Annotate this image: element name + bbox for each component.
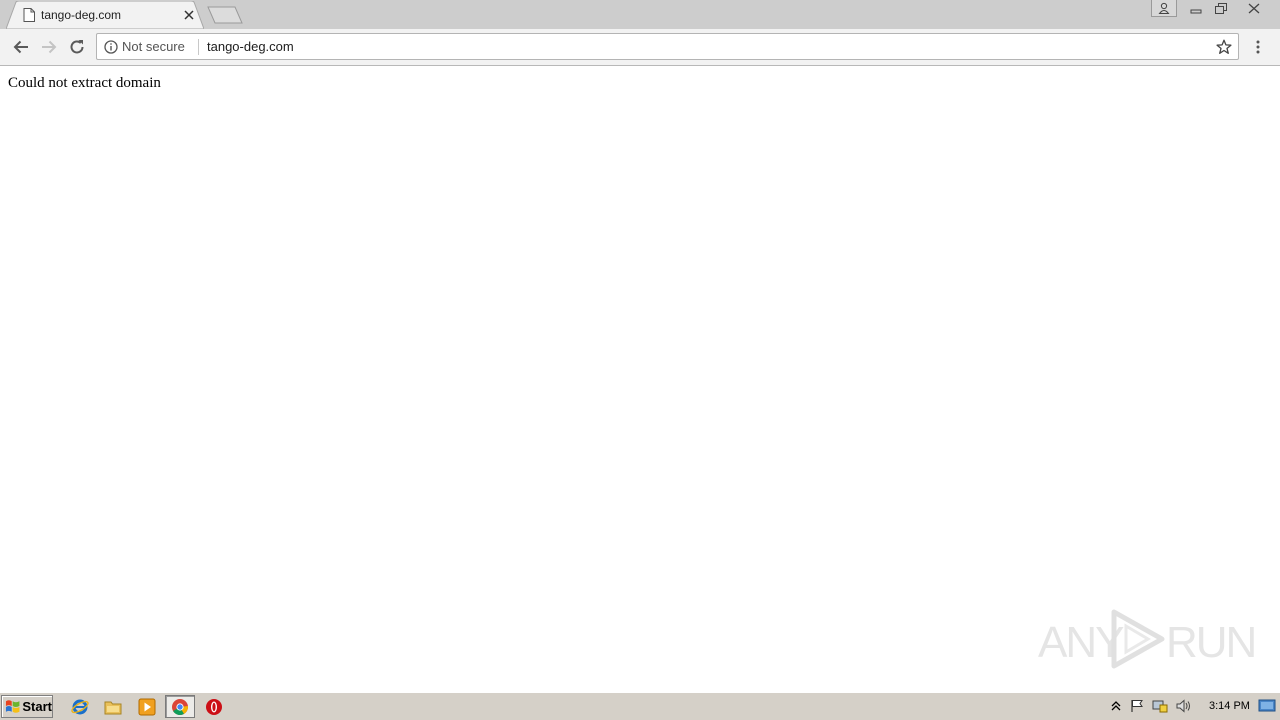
- page-icon: [23, 8, 35, 22]
- browser-tab-strip: tango-deg.com: [0, 0, 1280, 29]
- file-explorer-icon[interactable]: [103, 697, 123, 717]
- forward-button[interactable]: [38, 36, 60, 58]
- tab-title: tango-deg.com: [41, 8, 122, 22]
- volume-icon[interactable]: [1176, 698, 1192, 714]
- user-icon: [1158, 2, 1170, 14]
- opera-icon[interactable]: [204, 697, 224, 717]
- network-icon[interactable]: [1152, 698, 1168, 714]
- security-indicator[interactable]: Not secure: [122, 39, 185, 54]
- more-menu-icon[interactable]: [1250, 36, 1266, 58]
- internet-explorer-icon[interactable]: [70, 697, 90, 717]
- show-hidden-icons-icon[interactable]: [1108, 698, 1124, 714]
- address-bar[interactable]: Not secure tango-deg.com: [96, 33, 1239, 60]
- taskbar: Start 3:14 PM: [0, 692, 1280, 720]
- anyrun-watermark-logo: ANY RUN: [1038, 606, 1257, 670]
- back-arrow-icon: [13, 40, 28, 54]
- browser-tab[interactable]: tango-deg.com: [6, 1, 204, 29]
- back-button[interactable]: [10, 36, 32, 58]
- restore-icon: [1215, 2, 1227, 14]
- chrome-icon[interactable]: [165, 695, 195, 718]
- start-label: Start: [22, 699, 52, 714]
- info-icon[interactable]: [104, 40, 118, 54]
- start-button[interactable]: Start: [1, 695, 53, 718]
- reload-button[interactable]: [66, 36, 88, 58]
- forward-arrow-icon: [42, 40, 57, 54]
- system-tray: [1106, 696, 1206, 718]
- restore-button[interactable]: [1209, 0, 1233, 17]
- browser-toolbar: Not secure tango-deg.com: [0, 29, 1280, 66]
- media-player-icon[interactable]: [137, 697, 157, 717]
- profile-button[interactable]: [1151, 0, 1177, 17]
- play-logo-icon: [1111, 609, 1165, 669]
- page-viewport: Could not extract domain: [0, 66, 1280, 692]
- windows-logo-icon: [5, 699, 20, 713]
- show-desktop-icon[interactable]: [1258, 698, 1276, 714]
- address-separator: [198, 39, 199, 55]
- page-message: Could not extract domain: [8, 75, 161, 91]
- minimize-icon: [1190, 9, 1202, 13]
- close-window-button[interactable]: [1233, 0, 1275, 17]
- action-center-flag-icon[interactable]: [1129, 698, 1145, 714]
- bookmark-star-icon[interactable]: [1216, 39, 1232, 55]
- reload-icon: [70, 40, 84, 54]
- url-text[interactable]: tango-deg.com: [207, 39, 294, 54]
- new-tab-button[interactable]: [207, 6, 243, 24]
- close-icon: [1248, 3, 1260, 14]
- close-tab-icon[interactable]: [182, 8, 196, 22]
- taskbar-clock[interactable]: 3:14 PM: [1209, 700, 1250, 712]
- minimize-button[interactable]: [1183, 0, 1209, 17]
